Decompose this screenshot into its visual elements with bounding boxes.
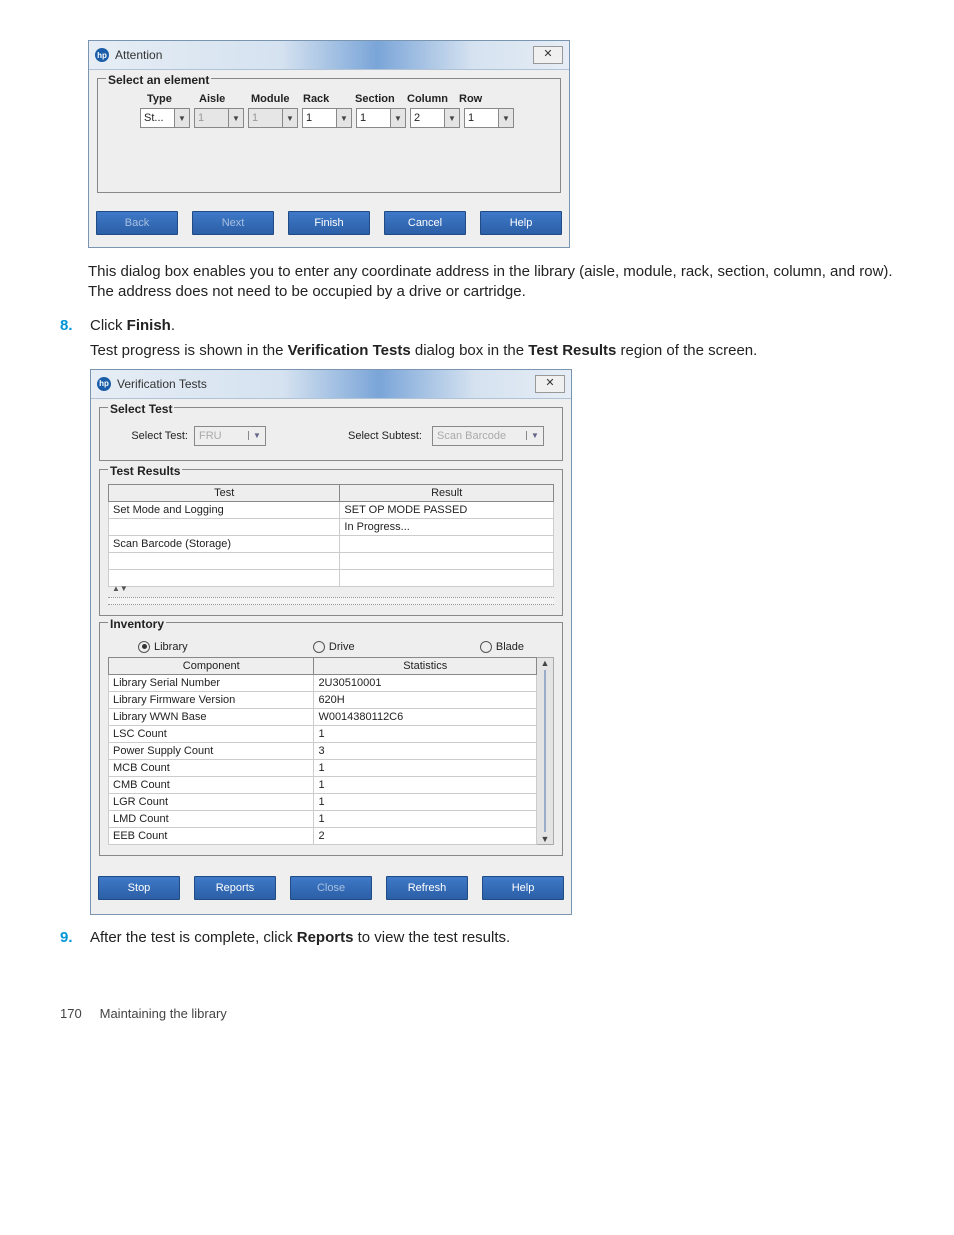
test-results-legend: Test Results	[108, 464, 182, 478]
select-test-label: Select Test:	[118, 430, 188, 442]
attention-title: Attention	[115, 48, 162, 62]
sort-arrows-icon[interactable]: ▲▼	[112, 584, 554, 593]
table-row: Library Serial Number2U30510001	[109, 674, 537, 691]
reports-button[interactable]: Reports	[194, 876, 276, 900]
chevron-down-icon[interactable]: ▼	[336, 109, 351, 127]
step-8-number: 8.	[60, 317, 73, 334]
module-dropdown[interactable]: 1▼	[248, 108, 298, 128]
chevron-down-icon[interactable]: ▼	[498, 109, 513, 127]
verification-buttons: Stop Reports Close Refresh Help	[91, 864, 571, 914]
select-subtest-dropdown[interactable]: Scan Barcode ▼	[432, 426, 544, 446]
column-dropdown[interactable]: 2▼	[410, 108, 460, 128]
close-button[interactable]: Close	[290, 876, 372, 900]
col-type: Type	[147, 93, 199, 105]
step-9-number: 9.	[60, 929, 73, 946]
table-row: Set Mode and Logging SET OP MODE PASSED	[109, 501, 554, 518]
aisle-dropdown[interactable]: 1▼	[194, 108, 244, 128]
library-radio[interactable]: Library	[138, 641, 188, 653]
scroll-up-icon[interactable]: ▲	[541, 658, 550, 668]
blade-radio[interactable]: Blade	[480, 641, 524, 653]
attention-dialog: hp Attention ✕ Select an element Type Ai…	[88, 40, 570, 248]
chevron-down-icon[interactable]: ▼	[526, 431, 543, 440]
help-button[interactable]: Help	[480, 211, 562, 235]
scroll-thumb[interactable]	[544, 670, 546, 832]
inventory-fieldset: Inventory Library Drive Blade Component …	[99, 622, 563, 856]
page-number: 170	[60, 1006, 96, 1021]
page-footer: 170 Maintaining the library	[60, 1006, 894, 1021]
col-column: Column	[407, 93, 459, 105]
inventory-scrollbar[interactable]: ▲ ▼	[537, 657, 554, 845]
type-dropdown[interactable]: St...▼	[140, 108, 190, 128]
verification-title: Verification Tests	[117, 377, 207, 391]
select-test-legend: Select Test	[108, 402, 174, 416]
col-aisle: Aisle	[199, 93, 251, 105]
hp-logo-icon: hp	[95, 48, 109, 62]
inventory-legend: Inventory	[108, 617, 166, 631]
table-row: LGR Count1	[109, 793, 537, 810]
table-row: MCB Count1	[109, 759, 537, 776]
close-icon[interactable]: ✕	[533, 46, 563, 64]
step-8: 8. Click Finish. Test progress is shown …	[60, 317, 894, 915]
table-row: CMB Count1	[109, 776, 537, 793]
table-row: Scan Barcode (Storage)	[109, 535, 554, 552]
radio-icon	[313, 641, 325, 653]
stop-button[interactable]: Stop	[98, 876, 180, 900]
table-row: Power Supply Count3	[109, 742, 537, 759]
chevron-down-icon[interactable]: ▼	[248, 431, 265, 440]
element-column-headers: Type Aisle Module Rack Section Column Ro…	[106, 93, 552, 105]
select-element-fieldset: Select an element Type Aisle Module Rack…	[97, 78, 561, 193]
table-row	[109, 552, 554, 569]
chevron-down-icon[interactable]: ▼	[228, 109, 243, 127]
section-dropdown[interactable]: 1▼	[356, 108, 406, 128]
col-rack: Rack	[303, 93, 355, 105]
finish-button[interactable]: Finish	[288, 211, 370, 235]
help-button[interactable]: Help	[482, 876, 564, 900]
next-button[interactable]: Next	[192, 211, 274, 235]
col-result-header: Result	[340, 484, 554, 501]
table-row: EEB Count2	[109, 827, 537, 844]
chevron-down-icon[interactable]: ▼	[390, 109, 405, 127]
col-row: Row	[459, 93, 511, 105]
select-subtest-label: Select Subtest:	[348, 430, 422, 442]
radio-selected-icon	[138, 641, 150, 653]
radio-icon	[480, 641, 492, 653]
hp-logo-icon: hp	[97, 377, 111, 391]
attention-description: This dialog box enables you to enter any…	[88, 262, 894, 303]
table-row: LMD Count1	[109, 810, 537, 827]
table-row: In Progress...	[109, 518, 554, 535]
select-test-dropdown[interactable]: FRU ▼	[194, 426, 266, 446]
chevron-down-icon[interactable]: ▼	[174, 109, 189, 127]
chevron-down-icon[interactable]: ▼	[444, 109, 459, 127]
attention-titlebar: hp Attention ✕	[89, 41, 569, 70]
select-element-legend: Select an element	[106, 73, 211, 87]
row-dropdown[interactable]: 1▼	[464, 108, 514, 128]
verification-tests-dialog: hp Verification Tests ✕ Select Test Sele…	[90, 369, 572, 915]
col-module: Module	[251, 93, 303, 105]
chevron-down-icon[interactable]: ▼	[282, 109, 297, 127]
col-section: Section	[355, 93, 407, 105]
attention-buttons: Back Next Finish Cancel Help	[89, 201, 569, 247]
col-component-header: Component	[109, 657, 314, 674]
test-results-table: Test Result Set Mode and Logging SET OP …	[108, 484, 554, 587]
section-title: Maintaining the library	[100, 1006, 227, 1021]
verification-titlebar: hp Verification Tests ✕	[91, 370, 571, 399]
cancel-button[interactable]: Cancel	[384, 211, 466, 235]
inventory-table: Component Statistics Library Serial Numb…	[108, 657, 537, 845]
step-9: 9. After the test is complete, click Rep…	[60, 929, 894, 946]
table-row: LSC Count1	[109, 725, 537, 742]
test-results-fieldset: Test Results Test Result Set Mode and Lo…	[99, 469, 563, 616]
select-test-fieldset: Select Test Select Test: FRU ▼ Select Su…	[99, 407, 563, 461]
table-row: Library Firmware Version620H	[109, 691, 537, 708]
close-icon[interactable]: ✕	[535, 375, 565, 393]
col-statistics-header: Statistics	[314, 657, 537, 674]
table-row: Library WWN BaseW0014380112C6	[109, 708, 537, 725]
splitter-handle[interactable]	[108, 597, 554, 605]
back-button[interactable]: Back	[96, 211, 178, 235]
col-test-header: Test	[109, 484, 340, 501]
rack-dropdown[interactable]: 1▼	[302, 108, 352, 128]
drive-radio[interactable]: Drive	[313, 641, 355, 653]
refresh-button[interactable]: Refresh	[386, 876, 468, 900]
scroll-down-icon[interactable]: ▼	[541, 834, 550, 844]
